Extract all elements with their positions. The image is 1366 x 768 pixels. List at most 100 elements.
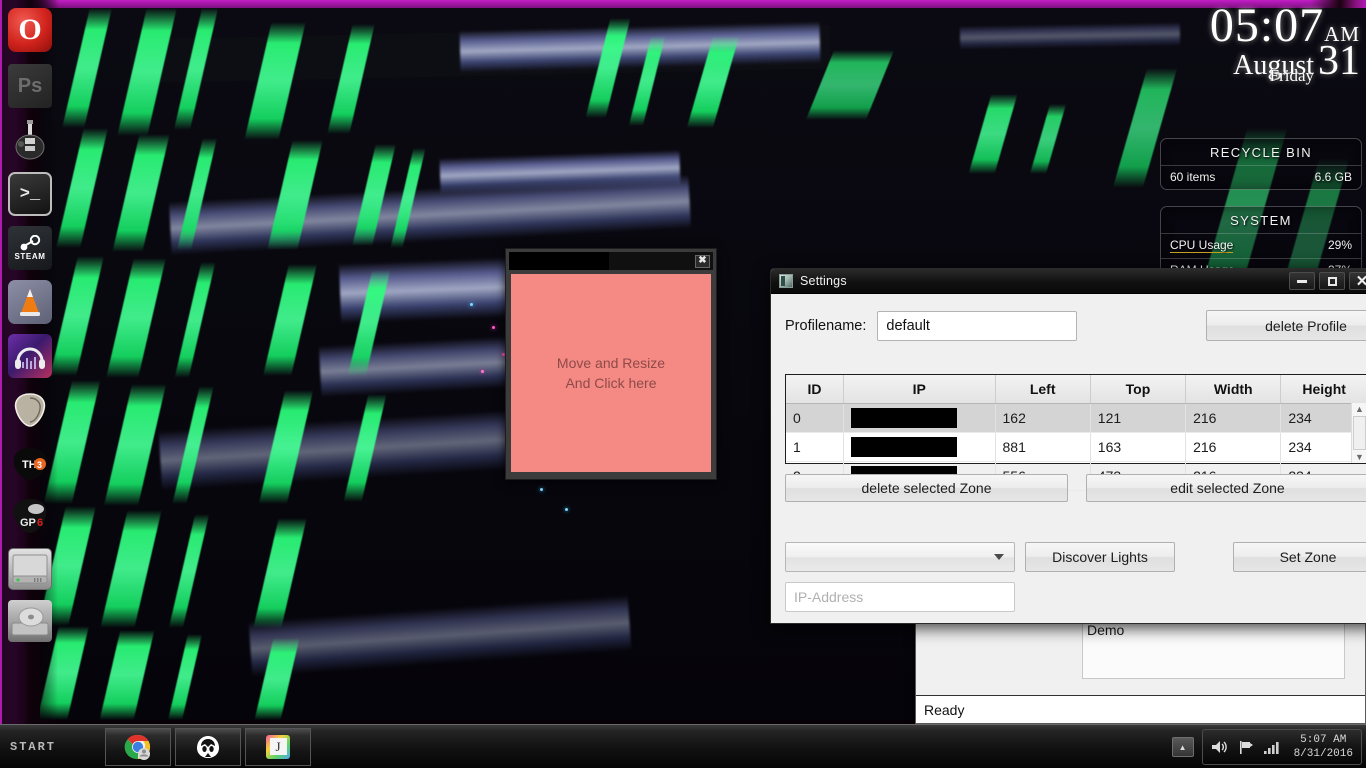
taskbar-chrome[interactable] bbox=[105, 728, 171, 766]
gp6-icon[interactable]: GP 6 bbox=[8, 494, 52, 538]
column-header-ip[interactable]: IP bbox=[843, 375, 995, 403]
table-row[interactable]: 1 881 163 216 234 bbox=[786, 432, 1366, 461]
discover-lights-button[interactable]: Discover Lights bbox=[1025, 542, 1175, 572]
taskbar-foobar[interactable] bbox=[175, 728, 241, 766]
delete-profile-label: delete Profile bbox=[1265, 318, 1347, 334]
recycle-bin-title: RECYCLE BIN bbox=[1161, 139, 1361, 165]
steam-icon-label: STEAM bbox=[15, 252, 46, 261]
jdownloader-icon: J bbox=[266, 735, 290, 759]
vlc-cone-glyph bbox=[15, 286, 45, 318]
maximize-button[interactable] bbox=[1319, 272, 1345, 290]
zone-overlay-titlebar[interactable]: ✖ bbox=[509, 252, 713, 270]
recycle-bin-size: 6.6 GB bbox=[1315, 170, 1352, 184]
zone-overlay-window[interactable]: ✖ Move and Resize And Click here bbox=[505, 248, 717, 480]
scroll-up-icon[interactable]: ▲ bbox=[1355, 403, 1364, 415]
cell-left: 162 bbox=[995, 403, 1090, 432]
column-header-id[interactable]: ID bbox=[786, 375, 843, 403]
ip-redaction bbox=[851, 408, 957, 428]
th3-icon[interactable]: TH 3 bbox=[8, 442, 52, 486]
desktop-dock: O Ps >_ STEAM bbox=[2, 0, 58, 724]
cell-width: 216 bbox=[1186, 432, 1281, 461]
delete-zone-label: delete selected Zone bbox=[862, 480, 992, 496]
opera-icon[interactable]: O bbox=[8, 8, 52, 52]
start-button-label: START bbox=[10, 740, 56, 754]
cell-id: 1 bbox=[786, 432, 843, 461]
guitar-icon[interactable] bbox=[8, 118, 52, 162]
settings-window[interactable]: Settings ✕ Profilename: delete Profile bbox=[770, 268, 1366, 624]
settings-app-icon bbox=[779, 274, 793, 288]
scrollbar-thumb[interactable] bbox=[1353, 416, 1366, 450]
window-controls: ✕ bbox=[1289, 272, 1366, 290]
status-text: Ready bbox=[924, 702, 964, 718]
recycle-bin-gadget[interactable]: RECYCLE BIN 60 items 6.6 GB bbox=[1160, 138, 1362, 190]
headphones-glyph bbox=[13, 342, 47, 370]
cell-left: 881 bbox=[995, 432, 1090, 461]
cpu-usage-label: CPU Usage bbox=[1170, 238, 1233, 253]
maximize-icon bbox=[1328, 277, 1337, 286]
recycle-bin-items: 60 items bbox=[1170, 170, 1215, 184]
tray-clock[interactable]: 5:07 AM 8/31/2016 bbox=[1290, 733, 1353, 761]
edit-zone-label: edit selected Zone bbox=[1170, 480, 1284, 496]
chevron-up-icon: ▲ bbox=[1179, 743, 1187, 752]
set-zone-label: Set Zone bbox=[1280, 549, 1337, 565]
scroll-down-icon[interactable]: ▼ bbox=[1355, 451, 1364, 463]
minimize-icon bbox=[1297, 280, 1307, 283]
disc-drive-icon[interactable] bbox=[8, 600, 52, 642]
recycle-bin-row: 60 items 6.6 GB bbox=[1161, 165, 1361, 189]
steam-logo-glyph bbox=[18, 235, 42, 251]
tray-date: 8/31/2016 bbox=[1294, 747, 1353, 761]
guitar-icon-glyph bbox=[9, 119, 51, 161]
table-scrollbar[interactable]: ▲ ▼ bbox=[1351, 403, 1366, 463]
cell-top: 121 bbox=[1090, 403, 1185, 432]
svg-text:3: 3 bbox=[37, 460, 42, 470]
background-app-listbox[interactable]: Demo bbox=[1082, 619, 1345, 679]
network-flag-icon[interactable] bbox=[1238, 739, 1254, 755]
cell-ip bbox=[843, 432, 995, 461]
photoshop-icon[interactable]: Ps bbox=[8, 64, 52, 108]
chrome-icon bbox=[124, 733, 152, 761]
volume-icon[interactable] bbox=[1211, 739, 1229, 755]
show-hidden-icons-button[interactable]: ▲ bbox=[1172, 737, 1194, 757]
taskbar: START J bbox=[0, 724, 1366, 768]
close-button[interactable]: ✕ bbox=[1349, 272, 1366, 290]
table-row[interactable]: 0 162 121 216 234 bbox=[786, 403, 1366, 432]
ip-address-input[interactable] bbox=[785, 582, 1015, 612]
column-header-left[interactable]: Left bbox=[995, 375, 1090, 403]
profile-name-input[interactable] bbox=[877, 311, 1077, 341]
th3-logo-glyph: TH 3 bbox=[9, 445, 51, 483]
column-header-width[interactable]: Width bbox=[1186, 375, 1281, 403]
audio-icon[interactable] bbox=[8, 334, 52, 378]
settings-window-title: Settings bbox=[800, 274, 847, 288]
discover-lights-label: Discover Lights bbox=[1052, 549, 1148, 565]
settings-titlebar[interactable]: Settings ✕ bbox=[771, 269, 1366, 294]
delete-selected-zone-button[interactable]: delete selected Zone bbox=[785, 474, 1068, 502]
cell-top: 163 bbox=[1090, 432, 1185, 461]
background-app-statusbar: Ready bbox=[916, 695, 1365, 723]
guitar-pick-icon[interactable] bbox=[8, 388, 52, 432]
column-header-top[interactable]: Top bbox=[1090, 375, 1185, 403]
close-icon[interactable]: ✖ bbox=[695, 255, 710, 268]
zone-overlay-line1: Move and Resize bbox=[557, 353, 665, 373]
column-header-height[interactable]: Height bbox=[1281, 375, 1366, 403]
light-select-dropdown[interactable] bbox=[785, 542, 1015, 572]
vlc-icon[interactable] bbox=[8, 280, 52, 324]
terminal-icon[interactable]: >_ bbox=[8, 172, 52, 216]
pick-shape-glyph bbox=[10, 390, 50, 430]
photoshop-icon-glyph: Ps bbox=[18, 75, 42, 98]
edit-selected-zone-button[interactable]: edit selected Zone bbox=[1086, 474, 1366, 502]
zone-overlay-body[interactable]: Move and Resize And Click here bbox=[511, 274, 711, 472]
list-item[interactable]: Demo bbox=[1087, 622, 1340, 638]
ip-redaction bbox=[851, 437, 957, 457]
set-zone-button[interactable]: Set Zone bbox=[1233, 542, 1366, 572]
minimize-button[interactable] bbox=[1289, 272, 1315, 290]
signal-bars-icon[interactable] bbox=[1263, 739, 1281, 755]
system-gadget-title: SYSTEM bbox=[1161, 207, 1361, 233]
taskbar-jdownloader[interactable]: J bbox=[245, 728, 311, 766]
start-button[interactable]: START bbox=[0, 726, 105, 768]
steam-icon[interactable]: STEAM bbox=[8, 226, 52, 270]
tray-icons-group: 5:07 AM 8/31/2016 bbox=[1202, 729, 1362, 765]
drive-icon[interactable] bbox=[8, 548, 52, 590]
optical-drive-glyph bbox=[11, 605, 49, 637]
desktop-screen: O Ps >_ STEAM bbox=[0, 0, 1366, 768]
delete-profile-button[interactable]: delete Profile bbox=[1206, 310, 1366, 341]
